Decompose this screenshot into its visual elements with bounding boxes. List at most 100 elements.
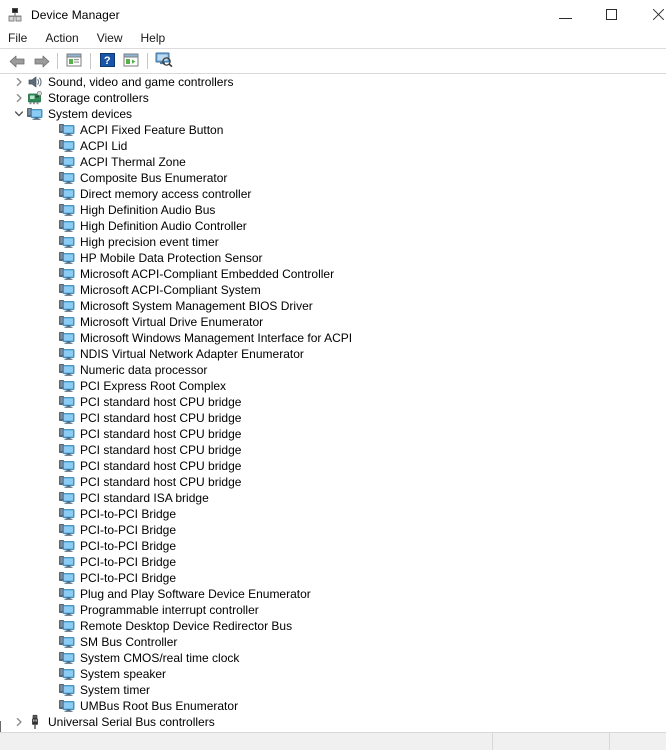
tree-item-label: System devices — [48, 107, 133, 121]
tree-device-row[interactable]: System timer — [0, 682, 666, 698]
tree-device-row[interactable]: High Definition Audio Bus — [0, 202, 666, 218]
svg-text:?: ? — [103, 55, 110, 67]
twisty-placeholder — [43, 570, 59, 586]
twisty-placeholder — [43, 474, 59, 490]
twisty-placeholder — [43, 426, 59, 442]
tree-device-row[interactable]: PCI-to-PCI Bridge — [0, 538, 666, 554]
tree-device-row[interactable]: PCI-to-PCI Bridge — [0, 554, 666, 570]
tree-device-row[interactable]: High Definition Audio Controller — [0, 218, 666, 234]
tree-device-row[interactable]: Programmable interrupt controller — [0, 602, 666, 618]
tree-item-label: Programmable interrupt controller — [80, 603, 259, 617]
tree-item-label: System CMOS/real time clock — [80, 651, 240, 665]
system-device-icon — [59, 570, 75, 586]
tree-device-row[interactable]: High precision event timer — [0, 234, 666, 250]
back-button[interactable] — [5, 50, 29, 72]
tree-category-row[interactable]: Universal Serial Bus controllers — [0, 714, 666, 730]
system-device-icon — [59, 602, 75, 618]
help-button[interactable]: ? — [95, 50, 119, 72]
maximize-button[interactable] — [588, 0, 634, 29]
twisty-placeholder — [43, 682, 59, 698]
tree-item-label: SM Bus Controller — [80, 635, 178, 649]
tree-device-row[interactable]: PCI standard host CPU bridge — [0, 442, 666, 458]
twisty-placeholder — [43, 538, 59, 554]
properties-button[interactable] — [62, 50, 86, 72]
tree-device-row[interactable]: Microsoft System Management BIOS Driver — [0, 298, 666, 314]
twisty-placeholder — [43, 154, 59, 170]
tree-device-row[interactable]: Plug and Play Software Device Enumerator — [0, 586, 666, 602]
tree-device-row[interactable]: Direct memory access controller — [0, 186, 666, 202]
twisty-placeholder — [43, 362, 59, 378]
close-icon — [651, 9, 663, 21]
tree-device-row[interactable]: Microsoft ACPI-Compliant Embedded Contro… — [0, 266, 666, 282]
twisty-placeholder — [43, 650, 59, 666]
twisty-placeholder — [43, 634, 59, 650]
tree-device-row[interactable]: System speaker — [0, 666, 666, 682]
menu-item-action[interactable]: Action — [45, 29, 88, 48]
menu-bar: File Action View Help — [0, 29, 666, 49]
tree-device-row[interactable]: Remote Desktop Device Redirector Bus — [0, 618, 666, 634]
tree-item-label: Storage controllers — [48, 91, 149, 105]
chevron-right-icon[interactable] — [11, 714, 27, 730]
tree-device-row[interactable]: PCI-to-PCI Bridge — [0, 570, 666, 586]
system-device-icon — [59, 362, 75, 378]
twisty-placeholder — [43, 170, 59, 186]
chevron-right-icon[interactable] — [11, 90, 27, 106]
tree-device-row[interactable]: Composite Bus Enumerator — [0, 170, 666, 186]
twisty-placeholder — [43, 218, 59, 234]
arrow-right-icon — [33, 55, 50, 68]
close-button[interactable] — [634, 0, 666, 29]
tree-device-row[interactable]: Microsoft Virtual Drive Enumerator — [0, 314, 666, 330]
tree-device-row[interactable]: System CMOS/real time clock — [0, 650, 666, 666]
twisty-placeholder — [43, 666, 59, 682]
chevron-down-icon[interactable] — [11, 106, 27, 122]
tree-device-row[interactable]: Microsoft Windows Management Interface f… — [0, 330, 666, 346]
twisty-placeholder — [43, 458, 59, 474]
forward-button[interactable] — [29, 50, 53, 72]
tree-device-row[interactable]: ACPI Fixed Feature Button — [0, 122, 666, 138]
tree-device-row[interactable]: PCI Express Root Complex — [0, 378, 666, 394]
twisty-placeholder — [43, 234, 59, 250]
system-device-icon — [59, 522, 75, 538]
tree-item-label: Universal Serial Bus controllers — [48, 715, 215, 729]
tree-device-row[interactable]: PCI standard host CPU bridge — [0, 458, 666, 474]
tree-device-row[interactable]: HP Mobile Data Protection Sensor — [0, 250, 666, 266]
chevron-right-icon[interactable] — [11, 74, 27, 90]
menu-item-help[interactable]: Help — [141, 29, 176, 48]
arrow-left-icon — [9, 55, 26, 68]
minimize-icon — [558, 17, 572, 19]
system-device-icon — [59, 554, 75, 570]
menu-item-file[interactable]: File — [8, 29, 37, 48]
twisty-placeholder — [43, 490, 59, 506]
window-controls — [542, 0, 666, 29]
tree-category-row[interactable]: System devices — [0, 106, 666, 122]
tree-device-row[interactable]: PCI standard ISA bridge — [0, 490, 666, 506]
tree-device-row[interactable]: PCI-to-PCI Bridge — [0, 506, 666, 522]
show-hidden-devices-button[interactable] — [119, 50, 143, 72]
tree-device-row[interactable]: Microsoft ACPI-Compliant System — [0, 282, 666, 298]
minimize-button[interactable] — [542, 0, 588, 29]
tree-device-row[interactable]: SM Bus Controller — [0, 634, 666, 650]
system-device-icon — [59, 538, 75, 554]
tree-device-row[interactable]: ACPI Thermal Zone — [0, 154, 666, 170]
tree-item-label: PCI-to-PCI Bridge — [80, 571, 177, 585]
tree-device-row[interactable]: UMBus Root Bus Enumerator — [0, 698, 666, 714]
tree-device-row[interactable]: ACPI Lid — [0, 138, 666, 154]
system-device-icon — [59, 170, 75, 186]
twisty-placeholder — [43, 554, 59, 570]
tree-item-label: Plug and Play Software Device Enumerator — [80, 587, 311, 601]
menu-item-view[interactable]: View — [97, 29, 133, 48]
tree-category-row[interactable]: Sound, video and game controllers — [0, 74, 666, 90]
tree-device-row[interactable]: PCI standard host CPU bridge — [0, 426, 666, 442]
system-device-icon — [59, 410, 75, 426]
tree-category-row[interactable]: Storage controllers — [0, 90, 666, 106]
twisty-placeholder — [43, 330, 59, 346]
scan-hardware-changes-button[interactable] — [152, 50, 176, 72]
tree-device-row[interactable]: PCI-to-PCI Bridge — [0, 522, 666, 538]
device-tree[interactable]: Sound, video and game controllers Storage… — [0, 73, 666, 734]
tree-device-row[interactable]: PCI standard host CPU bridge — [0, 474, 666, 490]
tree-device-row[interactable]: PCI standard host CPU bridge — [0, 410, 666, 426]
tree-device-row[interactable]: Numeric data processor — [0, 362, 666, 378]
tree-item-label: Microsoft ACPI-Compliant Embedded Contro… — [80, 267, 335, 281]
tree-device-row[interactable]: PCI standard host CPU bridge — [0, 394, 666, 410]
tree-device-row[interactable]: NDIS Virtual Network Adapter Enumerator — [0, 346, 666, 362]
